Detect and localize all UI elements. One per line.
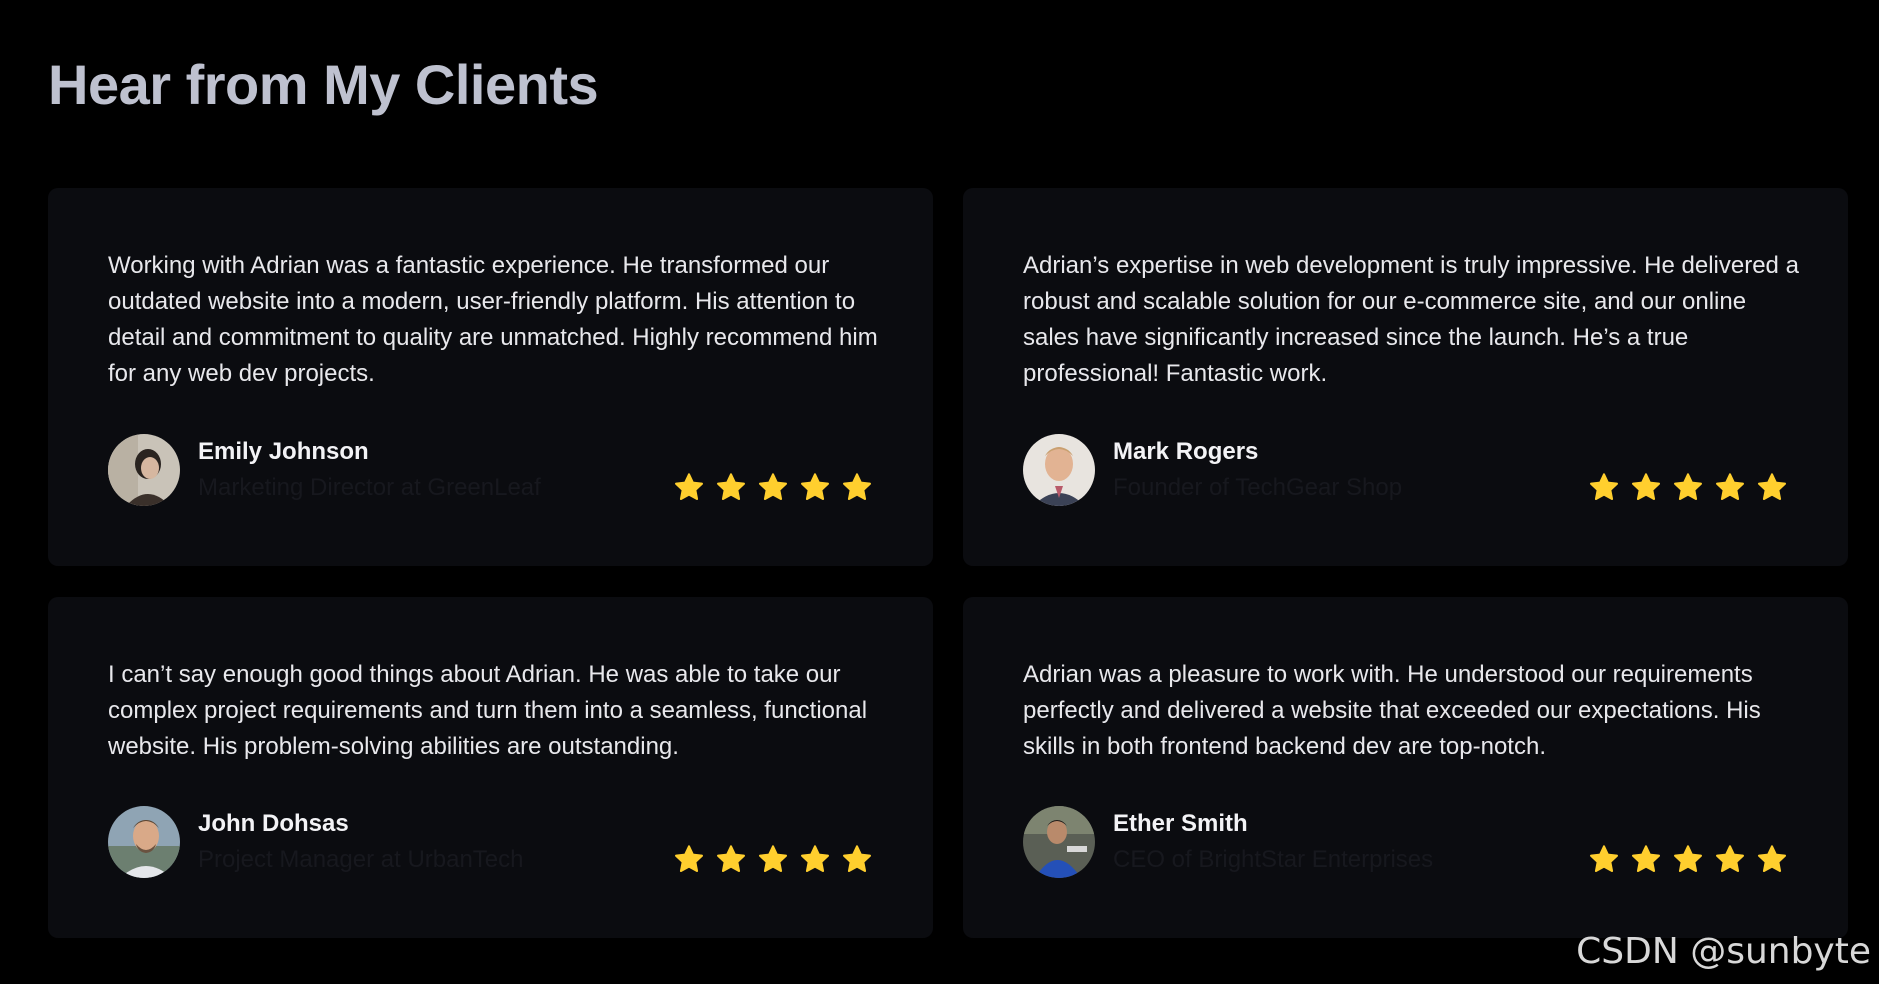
star-icon (1632, 473, 1660, 500)
testimonial-quote: Adrian’s expertise in web development is… (1023, 252, 1799, 387)
star-icon (1674, 845, 1702, 872)
testimonial-quote: Working with Adrian was a fantastic expe… (108, 252, 878, 387)
star-icon (759, 473, 787, 500)
author-role: Marketing Director at GreenLeaf (198, 474, 541, 501)
author-row: Emily Johnson Marketing Director at Gree… (108, 434, 873, 506)
star-icon (759, 845, 787, 872)
author-name: Ether Smith (1113, 810, 1248, 837)
author-name: John Dohsas (198, 810, 349, 837)
testimonial-card: Adrian was a pleasure to work with. He u… (963, 597, 1848, 938)
author-row: Ether Smith CEO of BrightStar Enterprise… (1023, 806, 1788, 878)
star-icon (843, 473, 871, 500)
star-icon (801, 845, 829, 872)
star-icon (1758, 473, 1786, 500)
author-role: Project Manager at UrbanTech (198, 846, 524, 873)
author-role: CEO of BrightStar Enterprises (1113, 846, 1434, 873)
star-icon (675, 473, 703, 500)
avatar (108, 434, 180, 506)
avatar (108, 806, 180, 878)
testimonial-card: I can’t say enough good things about Adr… (48, 597, 933, 938)
author-row: Mark Rogers Founder of TechGear Shop (1023, 434, 1788, 506)
star-icon (843, 845, 871, 872)
testimonial-quote: Adrian was a pleasure to work with. He u… (1023, 661, 1761, 760)
author-name: Emily Johnson (198, 438, 369, 465)
star-icon (1590, 473, 1618, 500)
page-title: Hear from My Clients (48, 53, 599, 116)
star-icon (1632, 845, 1660, 872)
star-rating (1588, 844, 1788, 876)
author-role: Founder of TechGear Shop (1113, 474, 1403, 501)
watermark: CSDN @sunbyte (1576, 931, 1871, 972)
star-icon (717, 473, 745, 500)
star-rating (673, 844, 873, 876)
star-icon (717, 845, 745, 872)
star-icon (1674, 473, 1702, 500)
testimonial-card: Adrian’s expertise in web development is… (963, 188, 1848, 566)
avatar (1023, 806, 1095, 878)
testimonial-quote: I can’t say enough good things about Adr… (108, 661, 868, 760)
testimonials-grid: Working with Adrian was a fantastic expe… (48, 188, 1848, 938)
author-name: Mark Rogers (1113, 438, 1259, 465)
avatar (1023, 434, 1095, 506)
star-icon (1758, 845, 1786, 872)
star-rating (673, 472, 873, 504)
star-rating (1588, 472, 1788, 504)
testimonial-card: Working with Adrian was a fantastic expe… (48, 188, 933, 566)
star-icon (1590, 845, 1618, 872)
star-icon (1716, 845, 1744, 872)
star-icon (801, 473, 829, 500)
author-row: John Dohsas Project Manager at UrbanTech (108, 806, 873, 878)
star-icon (675, 845, 703, 872)
star-icon (1716, 473, 1744, 500)
